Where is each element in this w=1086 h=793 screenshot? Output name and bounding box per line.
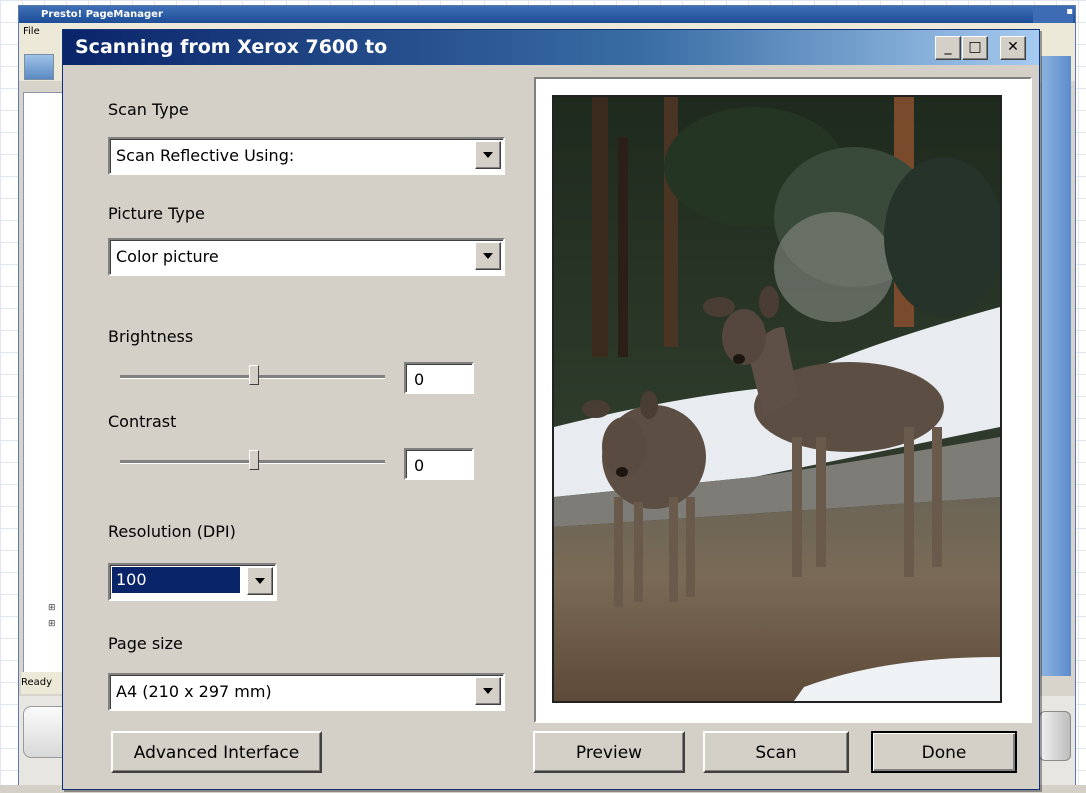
scan-type-value: Scan Reflective Using: [116, 146, 295, 165]
page-size-select[interactable]: A4 (210 x 297 mm) [108, 673, 505, 711]
background-folder-pane: ⊞ ⊞ [23, 92, 67, 674]
done-button[interactable]: Done [871, 731, 1017, 773]
brightness-slider-thumb[interactable] [248, 365, 259, 385]
scan-type-select[interactable]: Scan Reflective Using: [108, 137, 505, 175]
background-window-controls[interactable]: ▪ [1033, 6, 1073, 23]
resolution-value: 100 [112, 567, 240, 593]
scan-dialog: Scanning from Xerox 7600 to _ □ ✕ Scan T… [62, 29, 1040, 790]
picture-type-value: Color picture [116, 247, 219, 266]
close-button[interactable]: ✕ [1000, 36, 1026, 60]
picture-type-select[interactable]: Color picture [108, 238, 505, 276]
contrast-label: Contrast [108, 412, 177, 431]
background-right-pane [1041, 56, 1071, 676]
chevron-down-icon[interactable] [475, 677, 501, 705]
background-app-title: Presto! PageManager [19, 6, 1075, 23]
contrast-input[interactable]: 0 [404, 448, 474, 480]
chevron-down-icon[interactable] [475, 141, 501, 169]
scanner-tool-icon[interactable] [24, 54, 54, 80]
chevron-down-icon[interactable] [475, 242, 501, 270]
resolution-label: Resolution (DPI) [108, 522, 236, 541]
maximize-button[interactable]: □ [962, 36, 988, 60]
resolution-select[interactable]: 100 [108, 563, 277, 601]
contrast-slider-thumb[interactable] [248, 450, 259, 470]
brightness-input[interactable]: 0 [404, 362, 474, 394]
page-size-label: Page size [108, 634, 183, 653]
dialog-title: Scanning from Xerox 7600 to [75, 36, 388, 58]
tree-expand-icon[interactable]: ⊞ [48, 619, 56, 629]
scan-type-label: Scan Type [108, 100, 189, 119]
background-cylinder-icon [1039, 711, 1071, 761]
dialog-titlebar[interactable]: Scanning from Xerox 7600 to _ □ ✕ [63, 30, 1039, 65]
scan-button[interactable]: Scan [703, 731, 849, 773]
status-text: Ready [21, 672, 67, 694]
preview-button[interactable]: Preview [533, 731, 685, 773]
deer-scene-image [554, 97, 1000, 701]
advanced-interface-button[interactable]: Advanced Interface [111, 731, 322, 773]
tree-expand-icon[interactable]: ⊞ [48, 603, 56, 613]
page-size-value: A4 (210 x 297 mm) [116, 682, 272, 701]
preview-image [552, 95, 1002, 703]
brightness-label: Brightness [108, 327, 194, 346]
picture-type-label: Picture Type [108, 204, 205, 223]
chevron-down-icon[interactable] [247, 567, 273, 595]
preview-area[interactable] [534, 77, 1032, 723]
minimize-button[interactable]: _ [935, 36, 961, 60]
